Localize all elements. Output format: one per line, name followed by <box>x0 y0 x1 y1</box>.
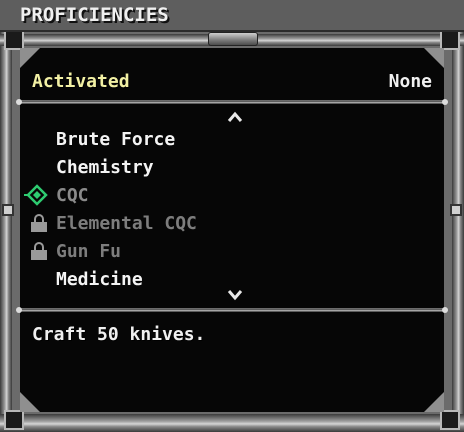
proficiency-item-medicine[interactable]: Medicine <box>20 266 444 294</box>
corner-bolt-top-right <box>440 30 460 50</box>
corner-bolt-bottom-left <box>4 410 24 430</box>
diamond-selector-icon <box>24 184 48 206</box>
proficiency-label: CQC <box>56 185 89 206</box>
right-frame-rail <box>452 30 464 432</box>
activated-value: None <box>388 71 432 92</box>
proficiency-item-brute-force[interactable]: Brute Force <box>20 126 444 154</box>
panel-corner-decoration <box>20 392 40 412</box>
proficiency-label: Elemental CQC <box>56 213 197 234</box>
divider <box>18 101 446 104</box>
title-bar[interactable]: PROFICIENCIES <box>0 0 464 32</box>
divider-rivet <box>442 99 448 105</box>
bottom-frame-rail <box>0 414 464 432</box>
proficiency-label: Gun Fu <box>56 241 122 262</box>
proficiencies-window: PROFICIENCIES Activated None Brute Force… <box>0 0 464 432</box>
side-rivet-right <box>450 204 462 216</box>
divider-rivet <box>16 307 22 313</box>
window-drag-handle[interactable] <box>208 32 258 46</box>
divider <box>18 309 446 312</box>
proficiency-label: Medicine <box>56 269 143 290</box>
proficiency-item-chemistry[interactable]: Chemistry <box>20 154 444 182</box>
proficiency-label: Brute Force <box>56 129 176 150</box>
side-rivet-left <box>2 204 14 216</box>
proficiency-label: Chemistry <box>56 157 154 178</box>
lock-icon <box>31 242 47 260</box>
panel-corner-decoration <box>424 48 444 68</box>
divider-rivet <box>16 99 22 105</box>
corner-bolt-bottom-right <box>440 410 460 430</box>
proficiency-item-gun-fu[interactable]: Gun Fu <box>20 238 444 266</box>
corner-bolt-top-left <box>4 30 24 50</box>
proficiency-item-cqc[interactable]: CQC <box>20 182 444 210</box>
divider-rivet <box>442 307 448 313</box>
lock-icon <box>31 214 47 232</box>
proficiency-description: Craft 50 knives. <box>32 324 206 345</box>
activated-label: Activated <box>32 71 130 92</box>
window-title: PROFICIENCIES <box>20 4 169 26</box>
panel-corner-decoration <box>424 392 444 412</box>
proficiency-item-elemental-cqc[interactable]: Elemental CQC <box>20 210 444 238</box>
left-frame-rail <box>0 30 12 432</box>
panel-corner-decoration <box>20 48 40 68</box>
chevron-up-icon[interactable] <box>227 110 243 124</box>
